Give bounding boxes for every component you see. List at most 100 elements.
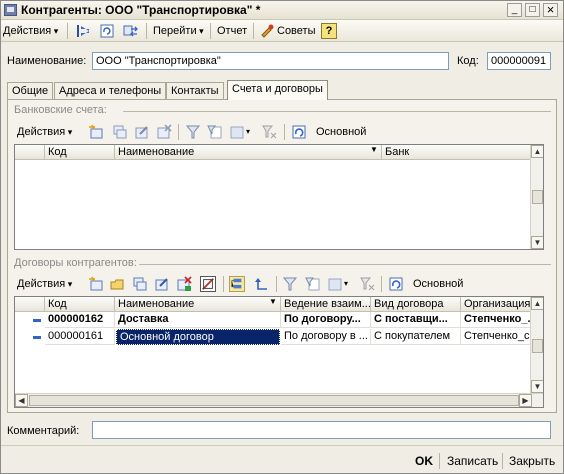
tips-button[interactable]: Советы	[277, 23, 315, 39]
back-arrow-icon[interactable]	[75, 23, 91, 39]
goto-menu[interactable]: Перейти	[153, 23, 204, 39]
history-icon[interactable]	[327, 276, 343, 292]
contracts-toolbar: Действия ▾ Основной	[14, 274, 551, 294]
scroll-down-icon[interactable]: ▼	[531, 236, 543, 249]
window: Контрагенты: ООО "Транспортировка" * _ □…	[0, 0, 564, 474]
clear-filter-icon[interactable]	[261, 124, 277, 140]
level-up-icon[interactable]	[254, 276, 270, 292]
toolbar-separator	[178, 124, 179, 140]
copy-icon[interactable]	[112, 124, 128, 140]
name-label: Наименование:	[7, 55, 87, 67]
ok-button[interactable]: OK	[415, 452, 433, 470]
table-row-kind[interactable]: С поставщи...	[371, 312, 461, 328]
minimize-button[interactable]: _	[507, 3, 522, 17]
filter-list-icon[interactable]	[305, 276, 321, 292]
refresh-icon[interactable]	[388, 276, 404, 292]
app-icon	[4, 4, 17, 16]
bank-main-button[interactable]: Основной	[316, 124, 366, 140]
comment-label: Комментарий:	[7, 425, 80, 437]
history-icon[interactable]	[229, 124, 245, 140]
table-row-code[interactable]: 000000162	[45, 312, 115, 328]
close-window-button[interactable]: ×	[543, 3, 558, 17]
column-header-marker	[15, 145, 45, 160]
table-row-mode[interactable]: По договору...	[281, 312, 371, 328]
swap-icon[interactable]	[123, 23, 139, 39]
column-header-mode[interactable]: Ведение взаим...	[281, 297, 371, 312]
strike-icon[interactable]	[200, 276, 216, 292]
scroll-right-icon[interactable]: ▶	[519, 394, 532, 407]
column-header-name[interactable]: Наименование	[115, 145, 382, 160]
scroll-up-icon[interactable]: ▲	[531, 297, 543, 310]
column-header-bank[interactable]: Банк	[382, 145, 532, 160]
report-button[interactable]: Отчет	[217, 23, 247, 39]
column-header-name[interactable]: Наименование	[115, 297, 281, 312]
column-header-marker	[15, 297, 45, 312]
bank-actions-menu[interactable]: Действия	[17, 124, 72, 140]
scroll-thumb[interactable]	[532, 190, 543, 204]
name-field[interactable]: ООО "Транспортировка"	[92, 52, 449, 70]
contracts-title: Договоры контрагентов:	[14, 257, 137, 269]
table-row-mode[interactable]: По договору в ...	[281, 329, 371, 345]
scroll-left-icon[interactable]: ◀	[15, 394, 28, 407]
refresh-icon[interactable]	[291, 124, 307, 140]
tab-accounts-contracts[interactable]: Счета и договоры	[227, 80, 328, 100]
refresh-doc-icon[interactable]	[99, 23, 115, 39]
toolbar-separator	[223, 276, 224, 292]
tips-icon[interactable]	[259, 23, 275, 39]
mark-delete-icon[interactable]	[176, 276, 192, 292]
table-row-org[interactable]: Степченко_...	[461, 312, 531, 328]
toolbar-separator	[67, 23, 68, 39]
add-icon[interactable]	[88, 276, 104, 292]
help-button[interactable]: ?	[321, 23, 337, 39]
close-button[interactable]: Закрыть	[509, 452, 555, 470]
column-header-code[interactable]: Код	[45, 297, 115, 312]
contracts-grid[interactable]: Код Наименование ▼ Ведение взаим... Вид …	[14, 296, 544, 408]
clear-filter-icon[interactable]	[359, 276, 375, 292]
bank-accounts-title: Банковские счета:	[14, 104, 107, 116]
delete-icon[interactable]	[156, 124, 172, 140]
history-dropdown-icon[interactable]: ▾	[344, 276, 348, 292]
filter-list-icon[interactable]	[207, 124, 223, 140]
add-icon[interactable]	[88, 124, 104, 140]
scroll-down-icon[interactable]: ▼	[531, 380, 543, 393]
code-field[interactable]: 000000091	[487, 52, 551, 70]
contracts-actions-menu[interactable]: Действия	[17, 276, 72, 292]
scroll-thumb[interactable]	[532, 339, 543, 353]
edit-icon[interactable]	[134, 124, 150, 140]
table-row-org[interactable]: Степченко_с...	[461, 329, 531, 345]
contracts-main-button[interactable]: Основной	[413, 276, 463, 292]
main-toolbar: Действия Перейти Отчет Советы ?	[1, 20, 563, 42]
tab-general[interactable]: Общие	[7, 82, 54, 99]
copy-icon[interactable]	[132, 276, 148, 292]
column-header-code[interactable]: Код	[45, 145, 115, 160]
code-label: Код:	[457, 55, 479, 67]
edit-icon[interactable]	[154, 276, 170, 292]
table-row-code[interactable]: 000000161	[45, 329, 115, 345]
tab-addresses[interactable]: Адреса и телефоны	[54, 82, 167, 99]
table-row-name[interactable]: Доставка	[115, 312, 281, 328]
table-row-name-selected[interactable]: Основной договор	[116, 329, 280, 345]
filter-icon[interactable]	[282, 276, 298, 292]
filter-icon[interactable]	[185, 124, 201, 140]
toolbar-separator	[253, 23, 254, 39]
footer-separator	[502, 453, 503, 469]
comment-field[interactable]	[92, 421, 551, 439]
column-header-org[interactable]: Организация	[461, 297, 531, 312]
contracts-grid-vscrollbar[interactable]: ▲ ▼	[530, 297, 543, 393]
bank-grid-scrollbar[interactable]: ▲ ▼	[530, 145, 543, 249]
add-group-icon[interactable]	[109, 276, 125, 292]
scroll-up-icon[interactable]: ▲	[531, 145, 543, 158]
save-button[interactable]: Записать	[447, 452, 498, 470]
contracts-grid-hscrollbar[interactable]: ◀ ▶	[15, 393, 543, 407]
history-dropdown-icon[interactable]: ▾	[246, 124, 250, 140]
hierarchy-icon[interactable]	[229, 276, 245, 292]
scroll-thumb[interactable]	[29, 395, 519, 406]
column-header-kind[interactable]: Вид договора	[371, 297, 461, 312]
toolbar-separator	[276, 276, 277, 292]
toolbar-separator	[284, 124, 285, 140]
tab-contacts[interactable]: Контакты	[166, 82, 224, 99]
maximize-button[interactable]: □	[525, 3, 540, 17]
table-row-kind[interactable]: С покупателем	[371, 329, 461, 345]
bank-accounts-grid[interactable]: Код Наименование ▼ Банк ▲ ▼	[14, 144, 544, 250]
actions-menu[interactable]: Действия	[3, 23, 58, 39]
